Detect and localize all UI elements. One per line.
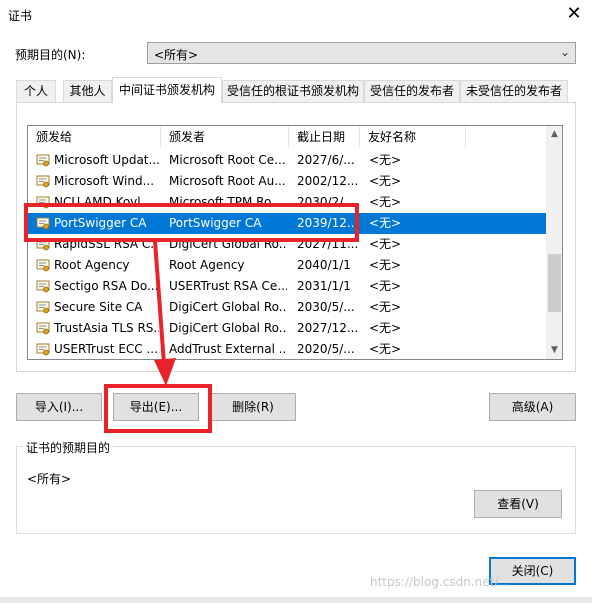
vertical-scrollbar[interactable]: ▲ ▼ <box>546 126 562 359</box>
certificate-icon <box>36 154 50 167</box>
cell-friendly-name: <无> <box>369 174 402 188</box>
certificate-icon <box>36 280 50 293</box>
certificate-icon <box>36 259 50 272</box>
annotation-highlight-export <box>104 384 212 433</box>
close-window-button[interactable]: ✕ <box>562 2 586 26</box>
cell-expiry: 2027/6/... <box>297 153 355 167</box>
cell-issued-by: Microsoft Root Au... <box>169 174 286 188</box>
scroll-down-icon[interactable]: ▼ <box>546 342 562 359</box>
cell-friendly-name: <无> <box>369 279 402 293</box>
purpose-label: 预期目的(N): <box>15 48 86 62</box>
cell-expiry: 2040/1/1 <box>297 258 351 272</box>
tab-personal[interactable]: 个人 <box>16 80 56 102</box>
tab-untrusted-publishers[interactable]: 未受信任的发布者 <box>460 80 568 102</box>
remove-button[interactable]: 删除(R) <box>210 393 296 421</box>
watermark: https://blog.csdn.net/... <box>370 575 510 589</box>
cell-friendly-name: <无> <box>369 258 402 272</box>
cell-expiry: 2027/12... <box>297 321 359 335</box>
cell-expiry: 2002/12... <box>297 174 359 188</box>
cell-expiry: 2030/5/... <box>297 300 355 314</box>
cell-issued-by: AddTrust External ... <box>169 342 287 356</box>
scroll-up-icon[interactable]: ▲ <box>546 126 562 143</box>
table-row[interactable]: Sectigo RSA Do... USERTrust RSA Ce... 2031… <box>28 276 546 297</box>
cell-friendly-name: <无> <box>369 195 402 209</box>
cell-friendly-name: <无> <box>369 342 402 356</box>
column-header-issued-to[interactable]: 颁发给 <box>28 126 161 148</box>
window-title: 证书 <box>8 9 33 23</box>
certificate-icon <box>36 343 50 356</box>
cell-expiry: 2031/1/1 <box>297 279 351 293</box>
column-header-friendly-name[interactable]: 友好名称 <box>360 126 466 148</box>
annotation-arrow <box>153 240 176 386</box>
purpose-select-value: <所有> <box>154 48 199 62</box>
cell-friendly-name: <无> <box>369 300 402 314</box>
column-header-issued-by[interactable]: 颁发者 <box>161 126 289 148</box>
tab-trusted-root-ca[interactable]: 受信任的根证书颁发机构 <box>222 80 364 102</box>
import-button[interactable]: 导入(I)... <box>16 393 102 421</box>
purposes-group-title: 证书的预期目的 <box>23 439 114 456</box>
table-row[interactable]: Microsoft Wind... Microsoft Root Au... 200… <box>28 171 546 192</box>
purpose-select[interactable]: <所有> ⌄ <box>147 42 576 64</box>
title-bar: 证书 ✕ <box>0 0 592 30</box>
bottom-strip <box>0 597 592 603</box>
purposes-value: <所有> <box>27 472 72 486</box>
table-row[interactable]: Secure Site CA DigiCert Global Ro... 2030/… <box>28 297 546 318</box>
cell-issued-by: DigiCert Global Ro... <box>169 300 287 314</box>
table-row[interactable]: Root Agency Root Agency 2040/1/1 <无> <box>28 255 546 276</box>
certificate-icon <box>36 322 50 335</box>
cell-friendly-name: <无> <box>369 153 402 167</box>
annotation-highlight-row <box>24 203 359 242</box>
tab-trusted-publishers[interactable]: 受信任的发布者 <box>364 80 460 102</box>
cell-issued-by: Root Agency <box>169 258 245 272</box>
chevron-down-icon: ⌄ <box>559 45 570 59</box>
certificate-icon <box>36 175 50 188</box>
certificate-list[interactable]: 颁发给 颁发者 截止日期 友好名称 Microsoft Updat... Micr… <box>27 125 563 360</box>
certificate-icon <box>36 301 50 314</box>
advanced-button[interactable]: 高级(A) <box>489 393 576 421</box>
table-row[interactable]: USERTrust ECC ... AddTrust External ... 20… <box>28 339 546 359</box>
table-row[interactable]: Microsoft Updat... Microsoft Root Ce... 20… <box>28 150 546 171</box>
cell-issued-by: DigiCert Global Ro... <box>169 321 287 335</box>
column-header-expiry[interactable]: 截止日期 <box>289 126 360 148</box>
cell-friendly-name: <无> <box>369 237 402 251</box>
cell-expiry: 2020/5/... <box>297 342 355 356</box>
tab-intermediate-ca[interactable]: 中间证书颁发机构 <box>112 77 222 103</box>
tab-other-people[interactable]: 其他人 <box>63 80 112 102</box>
close-icon: ✕ <box>566 3 582 24</box>
scrollbar-thumb[interactable] <box>548 254 561 312</box>
cell-friendly-name: <无> <box>369 216 402 230</box>
cell-issued-by: Microsoft Root Ce... <box>169 153 286 167</box>
cell-issued-by: USERTrust RSA Ce... <box>169 279 287 293</box>
cell-issued-to: Microsoft Wind... <box>54 174 155 188</box>
view-button[interactable]: 查看(V) <box>474 490 562 518</box>
cell-issued-to: Microsoft Updat... <box>54 153 159 167</box>
table-row[interactable]: TrustAsia TLS RS... DigiCert Global Ro...… <box>28 318 546 339</box>
cell-friendly-name: <无> <box>369 321 402 335</box>
